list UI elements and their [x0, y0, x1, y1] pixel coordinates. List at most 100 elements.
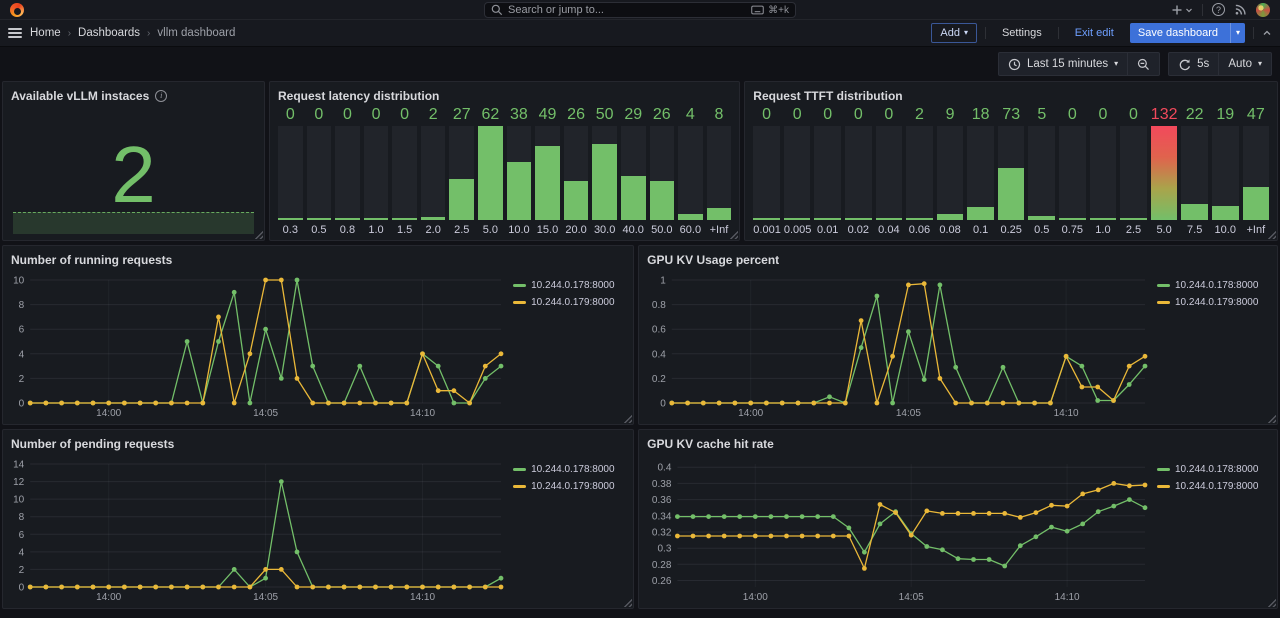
bar-10.0[interactable]: 3810.0 [507, 106, 532, 236]
chart-canvas[interactable]: 0.260.280.30.320.340.360.380.414:0014:05… [647, 452, 1151, 604]
info-icon[interactable]: i [155, 90, 167, 102]
bar-50.0[interactable]: 2650.0 [650, 106, 675, 236]
bar-0.005[interactable]: 00.005 [784, 106, 811, 236]
bar-label: 0.8 [335, 220, 360, 236]
bar-0.08[interactable]: 90.08 [937, 106, 964, 236]
refresh-interval-picker[interactable]: Auto ▾ [1218, 53, 1271, 75]
bar-30.0[interactable]: 5030.0 [592, 106, 617, 236]
bar-0.5[interactable]: 50.5 [1028, 106, 1055, 236]
bar-0.04[interactable]: 00.04 [876, 106, 903, 236]
bar-40.0[interactable]: 2940.0 [621, 106, 646, 236]
legend-item[interactable]: 10.244.0.178:8000 [513, 464, 625, 475]
bar-1.0[interactable]: 01.0 [364, 106, 389, 236]
bar-5.0[interactable]: 625.0 [478, 106, 503, 236]
bar-track [1120, 126, 1147, 220]
bar-+Inf[interactable]: 47+Inf [1243, 106, 1270, 236]
bar-value: 0 [876, 106, 903, 126]
bar-track [364, 126, 389, 220]
dashboard-canvas: Available vLLM instaces i 2 Request late… [0, 81, 1280, 609]
panel-request-latency-distribution: Request latency distribution 00.300.500.… [269, 81, 740, 241]
panel-title-menu[interactable]: Number of pending requests [11, 435, 625, 452]
chart-canvas[interactable]: 024681014:0014:0514:10 [11, 268, 507, 420]
timeseries-svg[interactable]: 0.260.280.30.320.340.360.380.414:0014:05… [647, 452, 1151, 604]
svg-text:2: 2 [19, 565, 25, 576]
legend-item[interactable]: 10.244.0.179:8000 [513, 481, 625, 492]
chart-canvas[interactable]: 0246810121414:0014:0514:10 [11, 452, 507, 604]
search-input[interactable]: Search or jump to... ⌘+k [484, 2, 796, 18]
legend-label: 10.244.0.178:8000 [531, 280, 614, 291]
chart-canvas[interactable]: 00.20.40.60.8114:0014:0514:10 [647, 268, 1151, 420]
panel-title-menu[interactable]: Number of running requests [11, 251, 625, 268]
bar-15.0[interactable]: 4915.0 [535, 106, 560, 236]
legend-item[interactable]: 10.244.0.179:8000 [1157, 297, 1269, 308]
collapse-chrome-icon[interactable] [1262, 28, 1272, 38]
panel-title-menu[interactable]: Request TTFT distribution [753, 87, 1269, 104]
add-button[interactable]: Add▾ [931, 23, 977, 43]
timeseries-svg[interactable]: 024681014:0014:0514:10 [11, 268, 507, 420]
help-icon[interactable]: ? [1212, 3, 1225, 16]
bar-0.02[interactable]: 00.02 [845, 106, 872, 236]
breadcrumb-dashboards[interactable]: Dashboards [78, 27, 140, 39]
exit-edit-button[interactable]: Exit edit [1067, 23, 1122, 43]
grafana-logo[interactable] [10, 3, 24, 17]
refresh-button[interactable]: 5s [1169, 53, 1218, 75]
time-range-picker[interactable]: Last 15 minutes ▾ [999, 53, 1127, 75]
legend-item[interactable]: 10.244.0.178:8000 [1157, 464, 1269, 475]
svg-text:6: 6 [19, 325, 25, 336]
bar-value: 0 [845, 106, 872, 126]
bar-0.001[interactable]: 00.001 [753, 106, 780, 236]
breadcrumb-home[interactable]: Home [30, 27, 61, 39]
bar-label: 40.0 [621, 220, 646, 236]
settings-button[interactable]: Settings [994, 23, 1050, 43]
save-dashboard-button[interactable]: Save dashboard ▾ [1130, 23, 1245, 43]
save-options-caret[interactable]: ▾ [1230, 23, 1245, 43]
breadcrumb: Home › Dashboards › vllm dashboard [30, 27, 235, 39]
zoom-out-button[interactable] [1127, 53, 1159, 75]
bargauge-latency[interactable]: 00.300.500.801.001.522.0272.5625.03810.0… [278, 104, 731, 236]
bar-0.1[interactable]: 180.1 [967, 106, 994, 236]
bar-value: 38 [507, 106, 532, 126]
menu-toggle-icon[interactable] [8, 28, 22, 38]
legend-item[interactable]: 10.244.0.178:8000 [513, 280, 625, 291]
bar-0.75[interactable]: 00.75 [1059, 106, 1086, 236]
bar-2.5[interactable]: 272.5 [449, 106, 474, 236]
legend-item[interactable]: 10.244.0.179:8000 [513, 297, 625, 308]
bar-0.06[interactable]: 20.06 [906, 106, 933, 236]
news-rss-icon[interactable] [1234, 3, 1247, 16]
add-menu-button[interactable] [1171, 4, 1193, 16]
panel-title-menu[interactable]: Available vLLM instaces i [11, 87, 256, 104]
bar-10.0[interactable]: 1910.0 [1212, 106, 1239, 236]
legend-item[interactable]: 10.244.0.179:8000 [1157, 481, 1269, 492]
timeseries-svg[interactable]: 00.20.40.60.8114:0014:0514:10 [647, 268, 1151, 420]
bar-5.0[interactable]: 1325.0 [1151, 106, 1178, 236]
bar-0.8[interactable]: 00.8 [335, 106, 360, 236]
bar-+Inf[interactable]: 8+Inf [707, 106, 732, 236]
timeseries-pending: 0246810121414:0014:0514:10 10.244.0.178:… [11, 452, 625, 604]
timeseries-svg[interactable]: 0246810121414:0014:0514:10 [11, 452, 507, 604]
panel-title-menu[interactable]: Request latency distribution [278, 87, 731, 104]
stat-body[interactable]: 2 [11, 104, 256, 236]
bar-1.5[interactable]: 01.5 [392, 106, 417, 236]
bar-0.5[interactable]: 00.5 [307, 106, 332, 236]
bar-7.5[interactable]: 227.5 [1181, 106, 1208, 236]
bar-0.01[interactable]: 00.01 [814, 106, 841, 236]
bar-1.0[interactable]: 01.0 [1090, 106, 1117, 236]
bar-2.0[interactable]: 22.0 [421, 106, 446, 236]
panel-title-menu[interactable]: GPU KV cache hit rate [647, 435, 1269, 452]
bar-track [392, 126, 417, 220]
bar-label: 20.0 [564, 220, 589, 236]
bar-2.5[interactable]: 02.5 [1120, 106, 1147, 236]
bar-0.25[interactable]: 730.25 [998, 106, 1025, 236]
divider [985, 27, 986, 39]
svg-text:10: 10 [13, 495, 25, 506]
user-avatar[interactable] [1256, 3, 1270, 17]
bargauge-ttft[interactable]: 00.00100.00500.0100.0200.0420.0690.08180… [753, 104, 1269, 236]
bar-track [906, 126, 933, 220]
bar-fill [784, 218, 811, 220]
panel-title-menu[interactable]: GPU KV Usage percent [647, 251, 1269, 268]
legend-item[interactable]: 10.244.0.178:8000 [1157, 280, 1269, 291]
bar-20.0[interactable]: 2620.0 [564, 106, 589, 236]
bar-60.0[interactable]: 460.0 [678, 106, 703, 236]
svg-text:14:05: 14:05 [253, 592, 278, 603]
bar-0.3[interactable]: 00.3 [278, 106, 303, 236]
